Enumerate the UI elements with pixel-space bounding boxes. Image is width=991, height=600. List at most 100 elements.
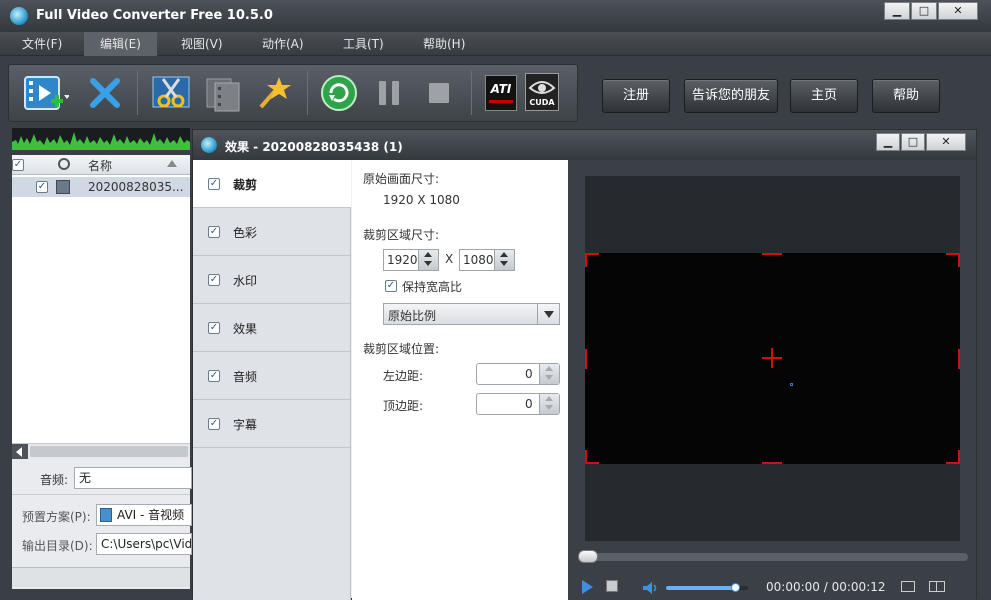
pause-button[interactable] — [369, 73, 409, 113]
menu-help[interactable]: 帮助(H) — [407, 32, 481, 56]
dialog-title-bar: 效果 - 20200828035438 (1) ▁ □ ✕ — [193, 130, 976, 160]
seek-thumb[interactable] — [578, 550, 598, 563]
scroll-left-button[interactable] — [12, 444, 28, 459]
register-button[interactable]: 注册 — [602, 79, 670, 113]
video-canvas[interactable] — [585, 176, 960, 541]
menu-view[interactable]: 视图(V) — [165, 32, 239, 56]
crop-edge-handle[interactable] — [762, 462, 782, 464]
left-margin-stepper[interactable]: 0 — [476, 363, 560, 385]
status-bar — [12, 567, 190, 587]
top-margin-stepper[interactable]: 0 — [476, 393, 560, 415]
dialog-minimize-button[interactable]: ▁ — [876, 133, 900, 151]
tell-friend-button[interactable]: 告诉您的朋友 — [684, 79, 778, 113]
side-item-label: 水印 — [233, 274, 258, 288]
homepage-button[interactable]: 主页 — [790, 79, 858, 113]
spin-up-icon — [500, 252, 508, 257]
effect-checkbox[interactable]: ✓ — [208, 322, 220, 334]
divider — [12, 494, 190, 495]
crop-edge-handle[interactable] — [762, 253, 782, 255]
time-total: 00:00:12 — [831, 580, 886, 594]
menu-edit[interactable]: 编辑(E) — [84, 32, 157, 56]
ratio-dropdown-button[interactable] — [537, 304, 559, 324]
keep-ratio-checkbox[interactable]: ✓ — [385, 280, 397, 292]
toolbar-separator — [307, 71, 308, 115]
menu-file[interactable]: 文件(F) — [6, 32, 78, 56]
horizontal-scrollbar[interactable] — [12, 443, 190, 459]
dialog-close-button[interactable]: ✕ — [926, 133, 966, 151]
fit-window-icon[interactable] — [901, 581, 915, 592]
select-all-checkbox[interactable]: ✓ — [12, 159, 24, 171]
stop-icon — [429, 83, 449, 103]
volume-icon[interactable] — [642, 581, 658, 598]
side-item-audio[interactable]: ✓ 音频 — [193, 352, 351, 400]
cuda-badge[interactable]: CUDA — [525, 73, 559, 111]
effect-button[interactable] — [253, 73, 293, 113]
crop-corner-mark — [585, 253, 587, 267]
time-separator: / — [823, 580, 828, 594]
side-item-effect[interactable]: ✓ 效果 — [193, 304, 351, 352]
ati-badge[interactable]: ATI — [485, 75, 517, 111]
column-name-header[interactable]: 名称 — [88, 157, 112, 174]
audio-select[interactable]: 无 — [74, 467, 192, 489]
row-checkbox[interactable]: ✓ — [36, 181, 48, 193]
cuda-label: CUDA — [529, 98, 555, 107]
crop-edge-handle[interactable] — [958, 349, 960, 369]
seek-bar[interactable] — [578, 550, 968, 563]
spin-up-icon — [424, 252, 432, 257]
crop-checkbox[interactable]: ✓ — [208, 178, 220, 190]
crop-pos-label: 裁剪区域位置: — [363, 342, 440, 356]
crop-size-label: 裁剪区域尺寸: — [363, 228, 440, 242]
crop-corner-mark — [958, 253, 960, 267]
compare-view-icon[interactable] — [929, 581, 945, 592]
crop-edge-handle[interactable] — [585, 349, 587, 369]
menu-action[interactable]: 动作(A) — [246, 32, 320, 56]
table-row[interactable]: ✓ 20200828035... — [12, 177, 190, 197]
close-button[interactable]: ✕ — [938, 2, 978, 20]
merge-button[interactable] — [203, 73, 243, 113]
watermark-checkbox[interactable]: ✓ — [208, 274, 220, 286]
dialog-maximize-button[interactable]: □ — [901, 133, 925, 151]
play-button[interactable] — [582, 580, 596, 594]
menu-tools[interactable]: 工具(T) — [327, 32, 400, 56]
minimize-button[interactable]: ▁ — [884, 2, 910, 20]
volume-slider[interactable] — [666, 583, 748, 592]
waveform-graphic — [12, 132, 190, 150]
remove-button[interactable] — [85, 73, 125, 113]
stop-button[interactable] — [419, 73, 459, 113]
volume-thumb[interactable] — [730, 583, 740, 592]
crop-settings-form: 原始画面尺寸: 1920 X 1080 裁剪区域尺寸: 1920 X 1080 … — [352, 160, 568, 600]
stop-playback-button[interactable] — [606, 580, 618, 592]
color-checkbox[interactable]: ✓ — [208, 226, 220, 238]
maximize-button[interactable]: □ — [911, 2, 937, 20]
magic-wand-icon — [259, 77, 291, 109]
add-video-button[interactable] — [23, 73, 70, 113]
app-logo-icon — [10, 7, 28, 25]
spin-up-icon — [545, 396, 553, 401]
crop-height-stepper[interactable]: 1080 — [459, 249, 515, 271]
orig-size-value: 1920 X 1080 — [383, 193, 460, 207]
audio-checkbox[interactable]: ✓ — [208, 370, 220, 382]
output-dir-input[interactable]: C:\Users\pc\Vid — [96, 533, 192, 555]
convert-button[interactable] — [319, 73, 359, 113]
side-item-watermark[interactable]: ✓ 水印 — [193, 256, 351, 304]
crop-width-stepper[interactable]: 1920 — [383, 249, 439, 271]
ratio-select[interactable]: 原始比例 — [383, 303, 560, 325]
side-item-color[interactable]: ✓ 色彩 — [193, 208, 351, 256]
side-item-crop[interactable]: ✓ 裁剪 — [193, 160, 351, 208]
left-margin-spin[interactable] — [539, 364, 559, 384]
cut-button[interactable] — [151, 73, 191, 113]
crop-corner-mark — [958, 450, 960, 464]
scroll-thumb[interactable] — [30, 446, 188, 457]
speaker-icon — [643, 582, 657, 594]
top-margin-label: 顶边距: — [383, 399, 424, 413]
crop-width-spin[interactable] — [418, 250, 438, 270]
side-item-subtitle[interactable]: ✓ 字幕 — [193, 400, 351, 448]
chevron-left-icon — [16, 447, 22, 457]
subtitle-checkbox[interactable]: ✓ — [208, 418, 220, 430]
top-margin-spin[interactable] — [539, 394, 559, 414]
audio-label: 音频: — [40, 473, 69, 487]
crop-corner-mark — [585, 450, 587, 464]
time-display: 00:00:00 / 00:00:12 — [766, 580, 886, 594]
help-button[interactable]: 帮助 — [872, 79, 940, 113]
crop-height-spin[interactable] — [494, 250, 514, 270]
